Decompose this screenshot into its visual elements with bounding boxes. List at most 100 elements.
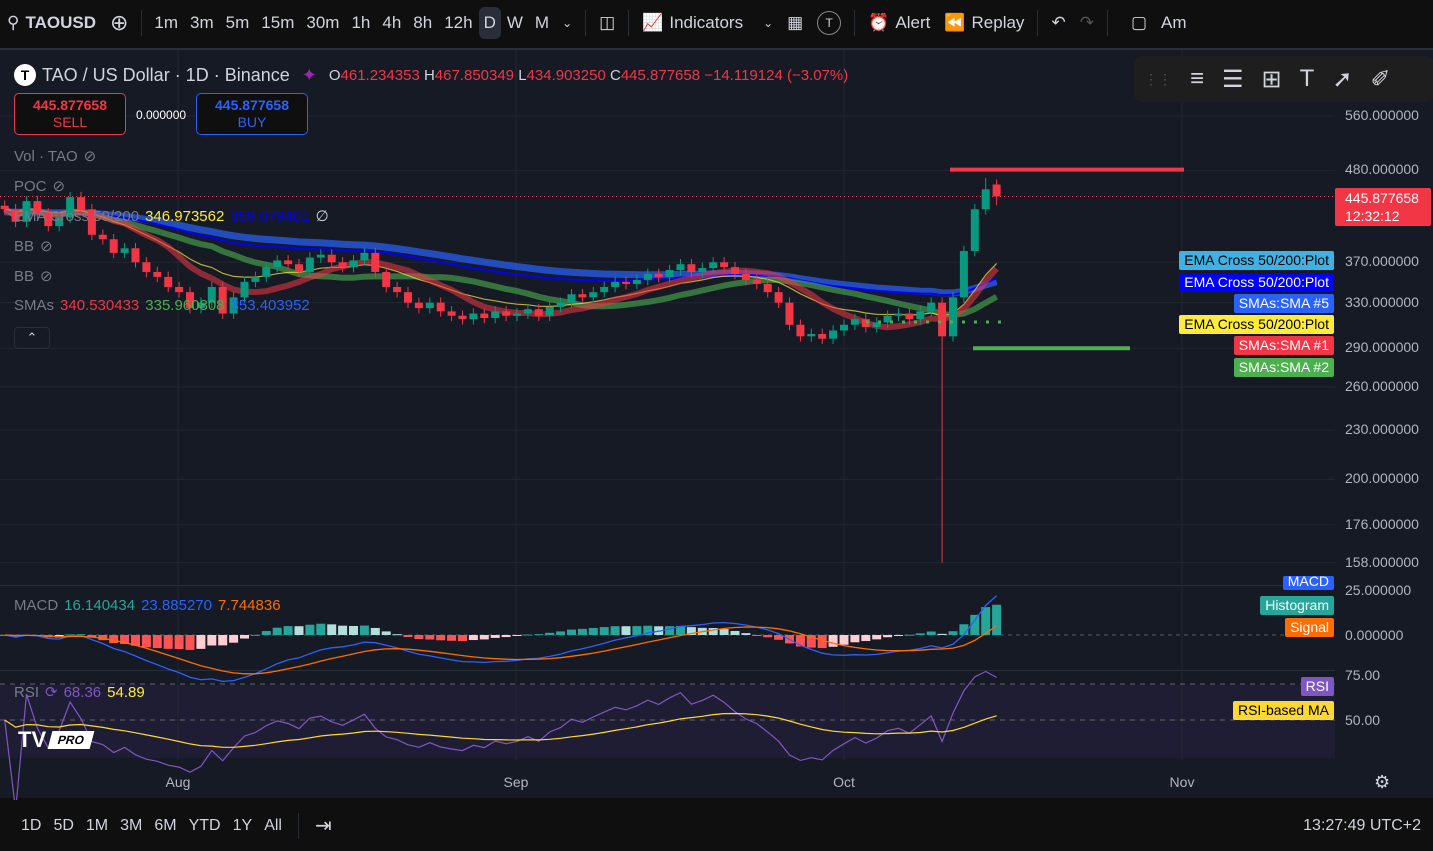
range-All[interactable]: All	[258, 817, 288, 835]
candle-body	[763, 283, 772, 293]
candle-body	[938, 302, 947, 337]
macd-histogram-bar	[730, 630, 740, 635]
undo-icon[interactable]: ↶	[1044, 13, 1072, 33]
compare-button[interactable]: ⊕	[103, 10, 135, 36]
macd-histogram-bar	[229, 635, 239, 643]
redo-icon[interactable]: ↷	[1073, 13, 1101, 33]
buy-button[interactable]: 445.877658 BUY	[196, 93, 308, 135]
eye-crossed-icon[interactable]: ⊘	[53, 177, 66, 195]
time-axis-label: Aug	[165, 774, 191, 790]
fullscreen-icon[interactable]: ▢	[1124, 13, 1154, 33]
macd-histogram-bar	[141, 635, 151, 648]
candle-body	[284, 260, 293, 265]
interval-15m[interactable]: 15m	[255, 7, 300, 39]
collapse-legend-button[interactable]: ⌃	[14, 327, 50, 349]
candle-body	[698, 268, 707, 272]
chart-settings-icon[interactable]: ⚙	[1374, 772, 1390, 793]
candle-body	[142, 262, 151, 272]
interval-1h[interactable]: 1h	[345, 7, 376, 39]
range-1M[interactable]: 1M	[80, 817, 114, 835]
trend-fib-icon[interactable]: ≡	[1190, 65, 1204, 93]
candle-body	[534, 309, 543, 316]
poc-legend[interactable]: POC ⊘	[14, 177, 66, 196]
smas-legend[interactable]: SMAs 340.530433 335.960808 353.403952	[14, 297, 310, 314]
candle-body	[959, 251, 968, 298]
top-toolbar: ⚲ TAOUSD ⊕ 1m 3m 5m 15m 30m 1h 4h 8h 12h D W M ⌄ ◫ 📈…	[0, 0, 1433, 46]
alert-button[interactable]: ⏰ Alert	[861, 13, 937, 33]
symbol-search[interactable]: ⚲ TAOUSD	[0, 13, 103, 33]
macd-legend[interactable]: MACD 16.140434 23.885270 7.744836	[14, 597, 281, 614]
interval-1m[interactable]: 1m	[148, 7, 184, 39]
series-tag: SMAs:SMA #5	[1233, 294, 1334, 313]
candle-body	[970, 209, 979, 252]
range-5D[interactable]: 5D	[47, 817, 79, 835]
candle-body	[458, 315, 467, 320]
bb-legend-1[interactable]: BB ⊘	[14, 237, 53, 256]
candle-body	[567, 294, 576, 303]
text-tool-icon[interactable]: T	[1300, 65, 1315, 93]
interval-4h[interactable]: 4h	[376, 7, 407, 39]
clock[interactable]: 13:27:49 UTC+2	[1297, 817, 1433, 835]
interval-M[interactable]: M	[529, 7, 555, 39]
ema-cross-legend[interactable]: EMA Cross 50/200 346.973562 359.079401 ∅	[14, 207, 329, 226]
parallel-lines-icon[interactable]: ☰	[1222, 65, 1244, 94]
candle-body	[360, 252, 369, 261]
last-price-label: 445.877658 12:32:12	[1335, 188, 1431, 226]
account-menu[interactable]: Am	[1154, 13, 1194, 33]
replay-button[interactable]: ⏪ Replay	[937, 13, 1031, 33]
eye-crossed-icon[interactable]: ⊘	[84, 147, 97, 165]
range-YTD[interactable]: YTD	[183, 817, 227, 835]
price-axis-label: 290.000000	[1345, 339, 1419, 356]
candle-body	[153, 271, 162, 277]
macd-histogram-bar	[839, 635, 849, 645]
rsi-legend[interactable]: RSI ⟳ 68.36 54.89	[14, 683, 145, 702]
interval-30m[interactable]: 30m	[300, 7, 345, 39]
candle-body	[829, 330, 838, 339]
arrow-line-icon[interactable]: ➚	[1332, 65, 1352, 94]
volume-legend[interactable]: Vol · TAO ⊘	[14, 147, 97, 166]
range-3M[interactable]: 3M	[114, 817, 148, 835]
price-axis-label: 176.000000	[1345, 515, 1419, 532]
series-tag: EMA Cross 50/200:Plot	[1179, 273, 1334, 292]
interval-D[interactable]: D	[478, 7, 501, 39]
sell-button[interactable]: 445.877658 SELL	[14, 93, 126, 135]
interval-12h[interactable]: 12h	[438, 7, 478, 39]
range-1D[interactable]: 1D	[15, 817, 47, 835]
interval-W[interactable]: W	[501, 7, 529, 39]
layouts-icon[interactable]: ▦	[780, 13, 810, 33]
chart-area[interactable]: T TAO / US Dollar · 1D · Binance ✦ O461.…	[0, 48, 1433, 800]
candle-type-icon[interactable]: ◫	[592, 13, 622, 33]
range-6M[interactable]: 6M	[148, 817, 182, 835]
indicators-button[interactable]: 📈 Indicators ⌄	[635, 13, 780, 33]
interval-5m[interactable]: 5m	[220, 7, 256, 39]
eye-crossed-icon[interactable]: ⊘	[40, 267, 53, 285]
avatar[interactable]: T	[810, 11, 848, 35]
chevron-down-icon: ⌄	[763, 16, 774, 30]
bb-legend-2[interactable]: BB ⊘	[14, 267, 53, 286]
eye-crossed-icon[interactable]: ⊘	[40, 237, 53, 255]
range-1Y[interactable]: 1Y	[227, 817, 259, 835]
signal-line	[4, 625, 997, 675]
tradingview-logo: TV PRO	[18, 727, 95, 753]
macd-histogram-bar	[359, 625, 369, 635]
chevron-down-icon[interactable]: ⌄	[555, 16, 579, 30]
macd-histogram-bar	[261, 631, 271, 635]
series-tag: EMA Cross 50/200:Plot	[1179, 315, 1334, 334]
chart-canvas[interactable]	[0, 50, 1433, 800]
candle-body	[327, 254, 336, 263]
drag-handle-icon[interactable]: ⋮⋮	[1144, 71, 1172, 88]
goto-date-icon[interactable]: ⇥	[309, 813, 338, 838]
share-icon[interactable]: ✦	[302, 65, 317, 86]
series-tag: SMAs:SMA #1	[1233, 336, 1334, 355]
measure-icon[interactable]: ⊞	[1262, 65, 1282, 94]
brush-icon[interactable]: ✐	[1370, 65, 1390, 94]
candle-body	[643, 273, 652, 280]
symbol-title[interactable]: TAO / US Dollar · 1D · Binance	[42, 65, 290, 86]
interval-8h[interactable]: 8h	[407, 7, 438, 39]
candle-body	[600, 286, 609, 293]
candle-body	[752, 279, 761, 284]
divider	[854, 10, 856, 36]
macd-histogram-bar	[915, 633, 925, 635]
interval-3m[interactable]: 3m	[184, 7, 220, 39]
price-axis-label: 158.000000	[1345, 553, 1419, 570]
